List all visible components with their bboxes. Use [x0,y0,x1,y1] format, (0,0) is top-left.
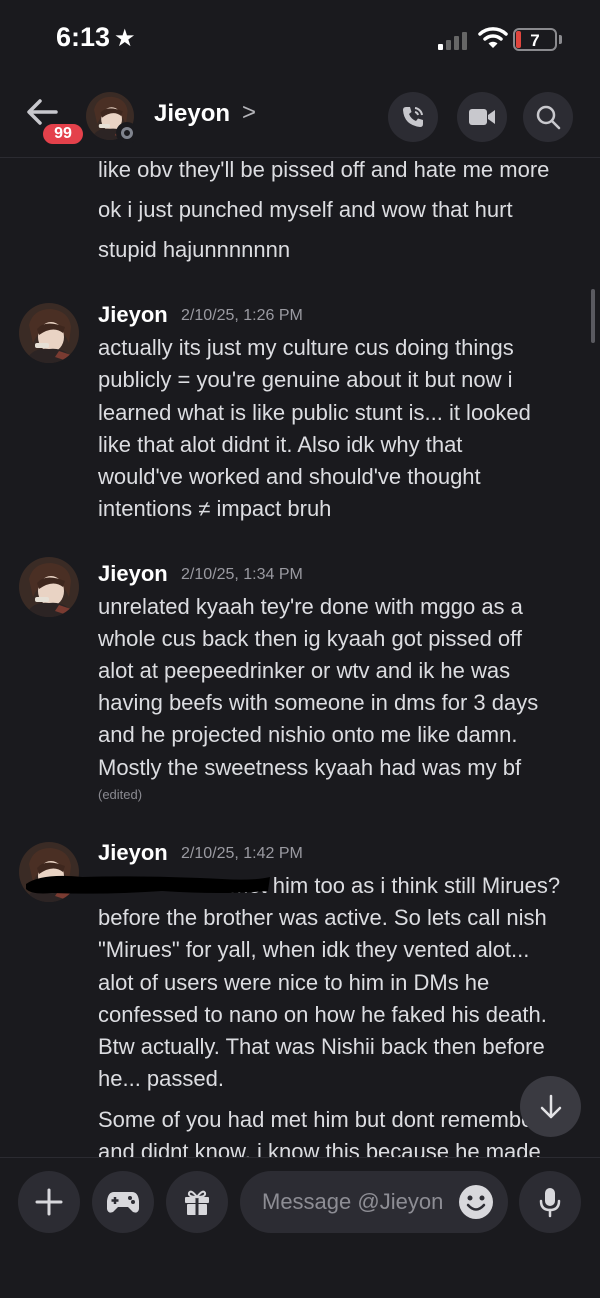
gift-icon [185,1190,209,1215]
scrollbar[interactable] [591,289,595,343]
wifi-icon [478,27,508,48]
phone-call-icon [403,107,423,127]
message-avatar[interactable] [19,303,79,363]
message-line: he... passed. [98,1066,224,1091]
message-line: "Mirues" for yall, when idk they vented … [98,937,530,962]
message-line: confessed to nano on how he faked his de… [98,1002,547,1027]
recipient-name[interactable]: Jieyon [154,100,230,128]
message-list[interactable]: like obv they'll be pissed off and hate … [0,159,600,1157]
microphone-icon [539,1188,561,1218]
plus-icon [35,1188,63,1216]
message-line: intentions ≠ impact bruh [98,496,332,521]
message-line: like obv they'll be pissed off and hate … [98,159,550,182]
message-line: publicly = you're genuine about it but n… [98,367,513,392]
chat-header: 99 Jieyon > [0,80,600,158]
message-line: and didnt know. i know this because he m… [98,1139,541,1157]
message-line: ok i just punched myself and wow that hu… [98,197,513,222]
message-line: Btw actually. That was Nishii back then … [98,1034,545,1059]
redaction-mark [26,875,270,894]
presence-status-icon [116,122,138,144]
message-author[interactable]: Jieyon [98,840,168,866]
status-time: 6:13 ★ [56,22,136,53]
message-line: Some of you had met him but dont remembe… [98,1107,541,1132]
status-time-text: 6:13 [56,22,111,52]
voice-message-button[interactable] [519,1171,581,1233]
message-timestamp: 2/10/25, 1:26 PM [181,307,303,324]
activities-button[interactable] [92,1171,154,1233]
message-line: like that alot didnt it. Also idk why th… [98,432,463,457]
search-button[interactable] [523,92,573,142]
message-author[interactable]: Jieyon [98,302,168,328]
status-bar: 6:13 ★ 7 [0,0,600,80]
message-line: alot of users were nice to him in DMs he [98,970,490,995]
message-line: whole cus back then ig kyaah got pissed … [98,626,522,651]
video-camera-icon [469,109,495,125]
unread-badge: 99 [40,121,86,147]
message-line: learned what is like public stunt is... … [98,400,531,425]
cellular-signal-icon [438,30,470,50]
message-timestamp: 2/10/25, 1:34 PM [181,566,303,583]
voice-call-button[interactable] [388,92,438,142]
message-line: stupid hajunnnnnnn [98,237,291,262]
message-line: Mostly the sweetness kyaah had was my bf [98,755,522,780]
message-avatar[interactable] [19,557,79,617]
battery-level: 7 [530,31,540,50]
search-icon [536,105,561,130]
message-composer [0,1157,600,1298]
message-timestamp: 2/10/25, 1:42 PM [181,845,303,862]
edited-label: (edited) [98,787,143,802]
add-attachment-button[interactable] [18,1171,80,1233]
chevron-right-icon[interactable]: > [242,99,256,127]
emoji-smile-icon[interactable] [458,1184,494,1220]
message-line: met him too as i think still Mirues? [230,873,561,898]
arrow-down-icon [540,1094,561,1118]
message-line: alot at peepeedrinker or wtv and ik he w… [98,658,511,683]
message-line: and he projected nishio onto me like dam… [98,722,518,747]
jump-to-present-button[interactable] [520,1076,581,1137]
message-author[interactable]: Jieyon [98,561,168,587]
message-line: actually its just my culture cus doing t… [98,335,514,360]
message-line: unrelated kyaah tey're done with mggo as… [98,594,523,619]
message-line: would've worked and should've thought [98,464,481,489]
message-input-container[interactable] [240,1171,508,1233]
message-line: before the brother was active. So lets c… [98,905,547,930]
focus-star-icon: ★ [114,25,136,52]
gift-button[interactable] [166,1171,228,1233]
message-line: having beefs with someone in dms for 3 d… [98,690,539,715]
gamepad-icon [107,1192,139,1213]
message-input[interactable] [262,1187,452,1217]
video-call-button[interactable] [457,92,507,142]
battery-icon: 7 [513,28,557,51]
